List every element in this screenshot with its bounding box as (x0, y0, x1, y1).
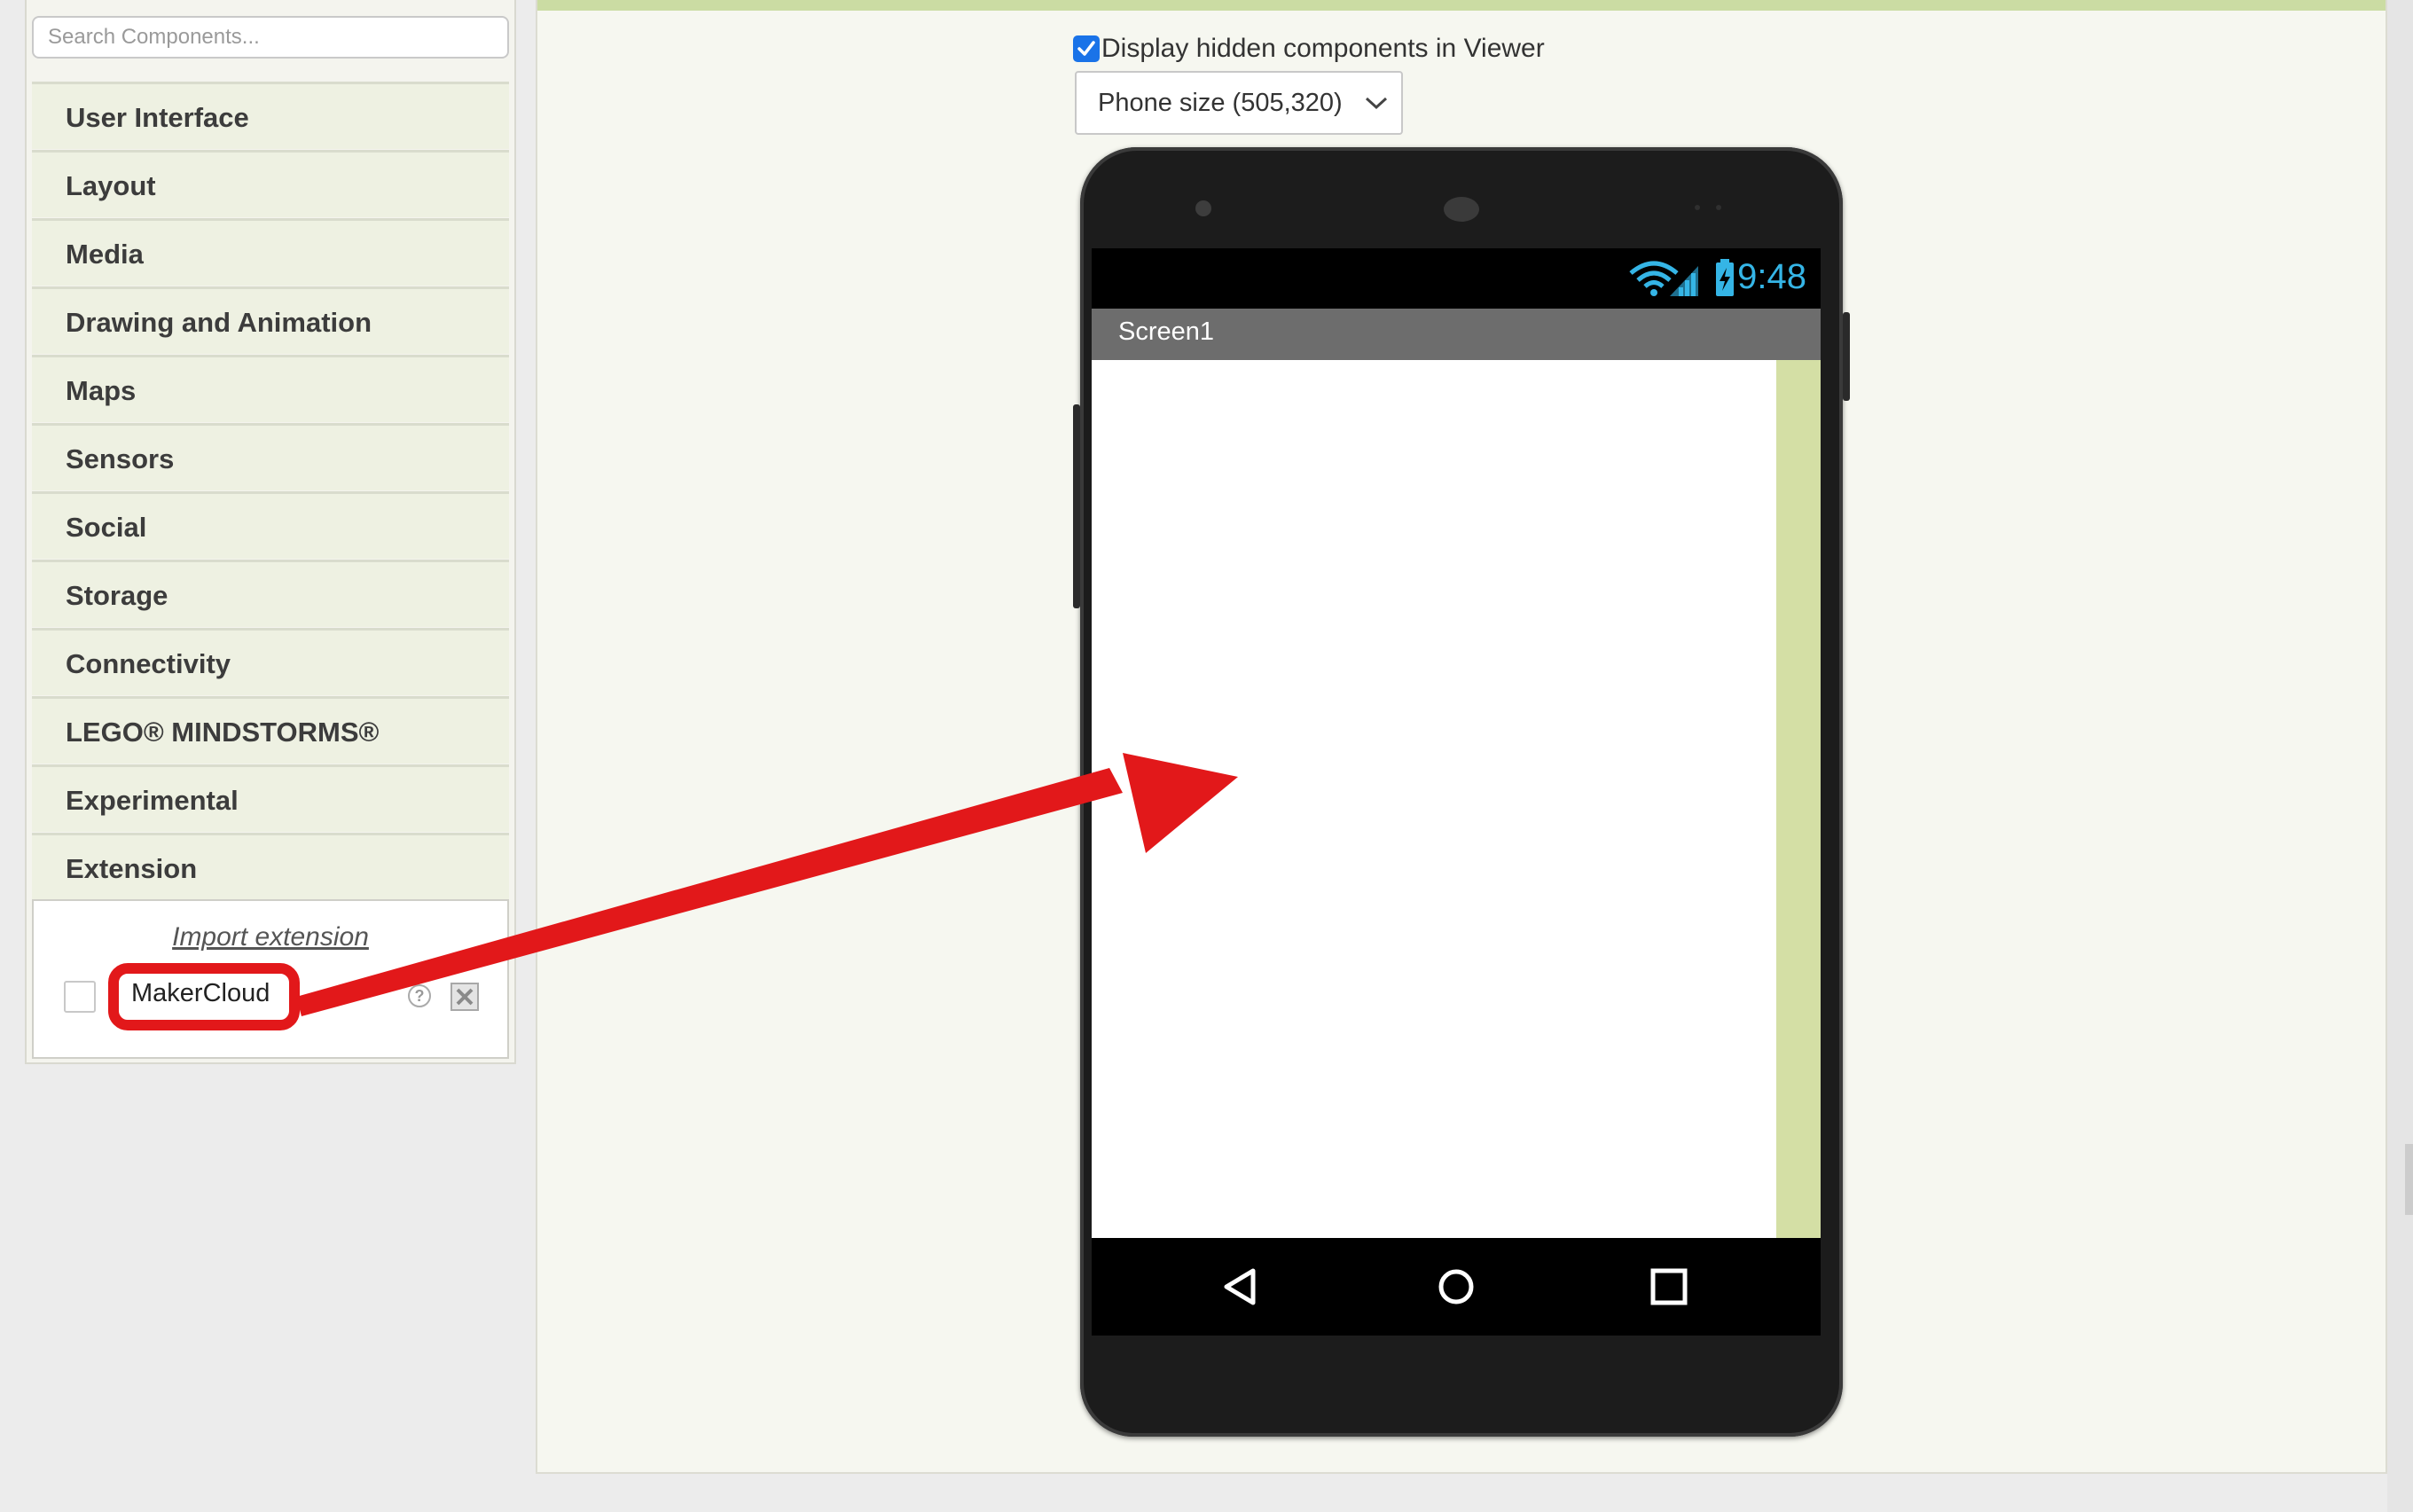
chevron-down-icon (1365, 97, 1388, 110)
earpiece-speaker-icon (1444, 197, 1479, 222)
category-storage[interactable]: Storage (32, 560, 509, 627)
screen-scroll-strip (1776, 360, 1821, 1238)
extension-item-name: MakerCloud (131, 979, 270, 1007)
category-social[interactable]: Social (32, 491, 509, 559)
right-panel-handle[interactable] (2405, 1144, 2413, 1215)
screen-canvas[interactable] (1092, 360, 1776, 1238)
category-layout[interactable]: Layout (32, 150, 509, 217)
screen-title: Screen1 (1118, 317, 1215, 346)
phone-mockup: 9:48 Screen1 (1073, 147, 1850, 1437)
front-camera-icon (1195, 200, 1211, 216)
category-media[interactable]: Media (32, 218, 509, 286)
phone-size-value: Phone size (505,320) (1098, 89, 1343, 117)
extension-checkbox[interactable] (64, 981, 96, 1013)
status-bar: 9:48 (1092, 248, 1821, 309)
right-panel-edge (2387, 0, 2413, 1512)
component-palette: User Interface Layout Media Drawing and … (0, 0, 516, 1512)
recents-square-icon[interactable] (1649, 1266, 1689, 1307)
phone-power-button (1843, 312, 1850, 401)
home-circle-icon[interactable] (1436, 1266, 1477, 1307)
status-icons (1629, 259, 1734, 296)
category-extension[interactable]: Extension (32, 833, 509, 900)
phone-screen: 9:48 Screen1 (1092, 248, 1821, 1336)
phone-volume-button (1073, 404, 1080, 608)
checkmark-icon (1077, 41, 1095, 56)
screen-title-bar: Screen1 (1092, 309, 1821, 360)
display-hidden-label: Display hidden components in Viewer (1101, 34, 1545, 63)
sensor-dots-icon (1695, 205, 1721, 210)
search-components-input[interactable] (32, 16, 509, 59)
back-triangle-icon[interactable] (1221, 1266, 1262, 1307)
android-nav-bar (1092, 1238, 1821, 1336)
extension-drawer: Import extension MakerCloud ? (32, 899, 509, 1059)
import-extension-link[interactable]: Import extension (34, 922, 507, 952)
battery-charging-icon (1716, 259, 1734, 296)
close-x-glyph (456, 988, 474, 1006)
category-connectivity[interactable]: Connectivity (32, 628, 509, 695)
wifi-icon (1629, 261, 1679, 296)
close-box-icon[interactable] (450, 983, 479, 1011)
extension-item-highlight[interactable]: MakerCloud (108, 963, 300, 1030)
category-experimental[interactable]: Experimental (32, 764, 509, 832)
viewer-top-bar (537, 0, 2386, 11)
display-hidden-checkbox[interactable] (1073, 35, 1100, 62)
question-circle-icon[interactable]: ? (408, 984, 431, 1007)
category-sensors[interactable]: Sensors (32, 423, 509, 490)
category-drawing-and-animation[interactable]: Drawing and Animation (32, 286, 509, 354)
status-clock: 9:48 (1737, 257, 1806, 296)
phone-size-dropdown[interactable]: Phone size (505,320) (1075, 71, 1403, 135)
category-lego-mindstorms[interactable]: LEGO® MINDSTORMS® (32, 696, 509, 764)
category-maps[interactable]: Maps (32, 355, 509, 422)
category-user-interface[interactable]: User Interface (32, 82, 509, 149)
